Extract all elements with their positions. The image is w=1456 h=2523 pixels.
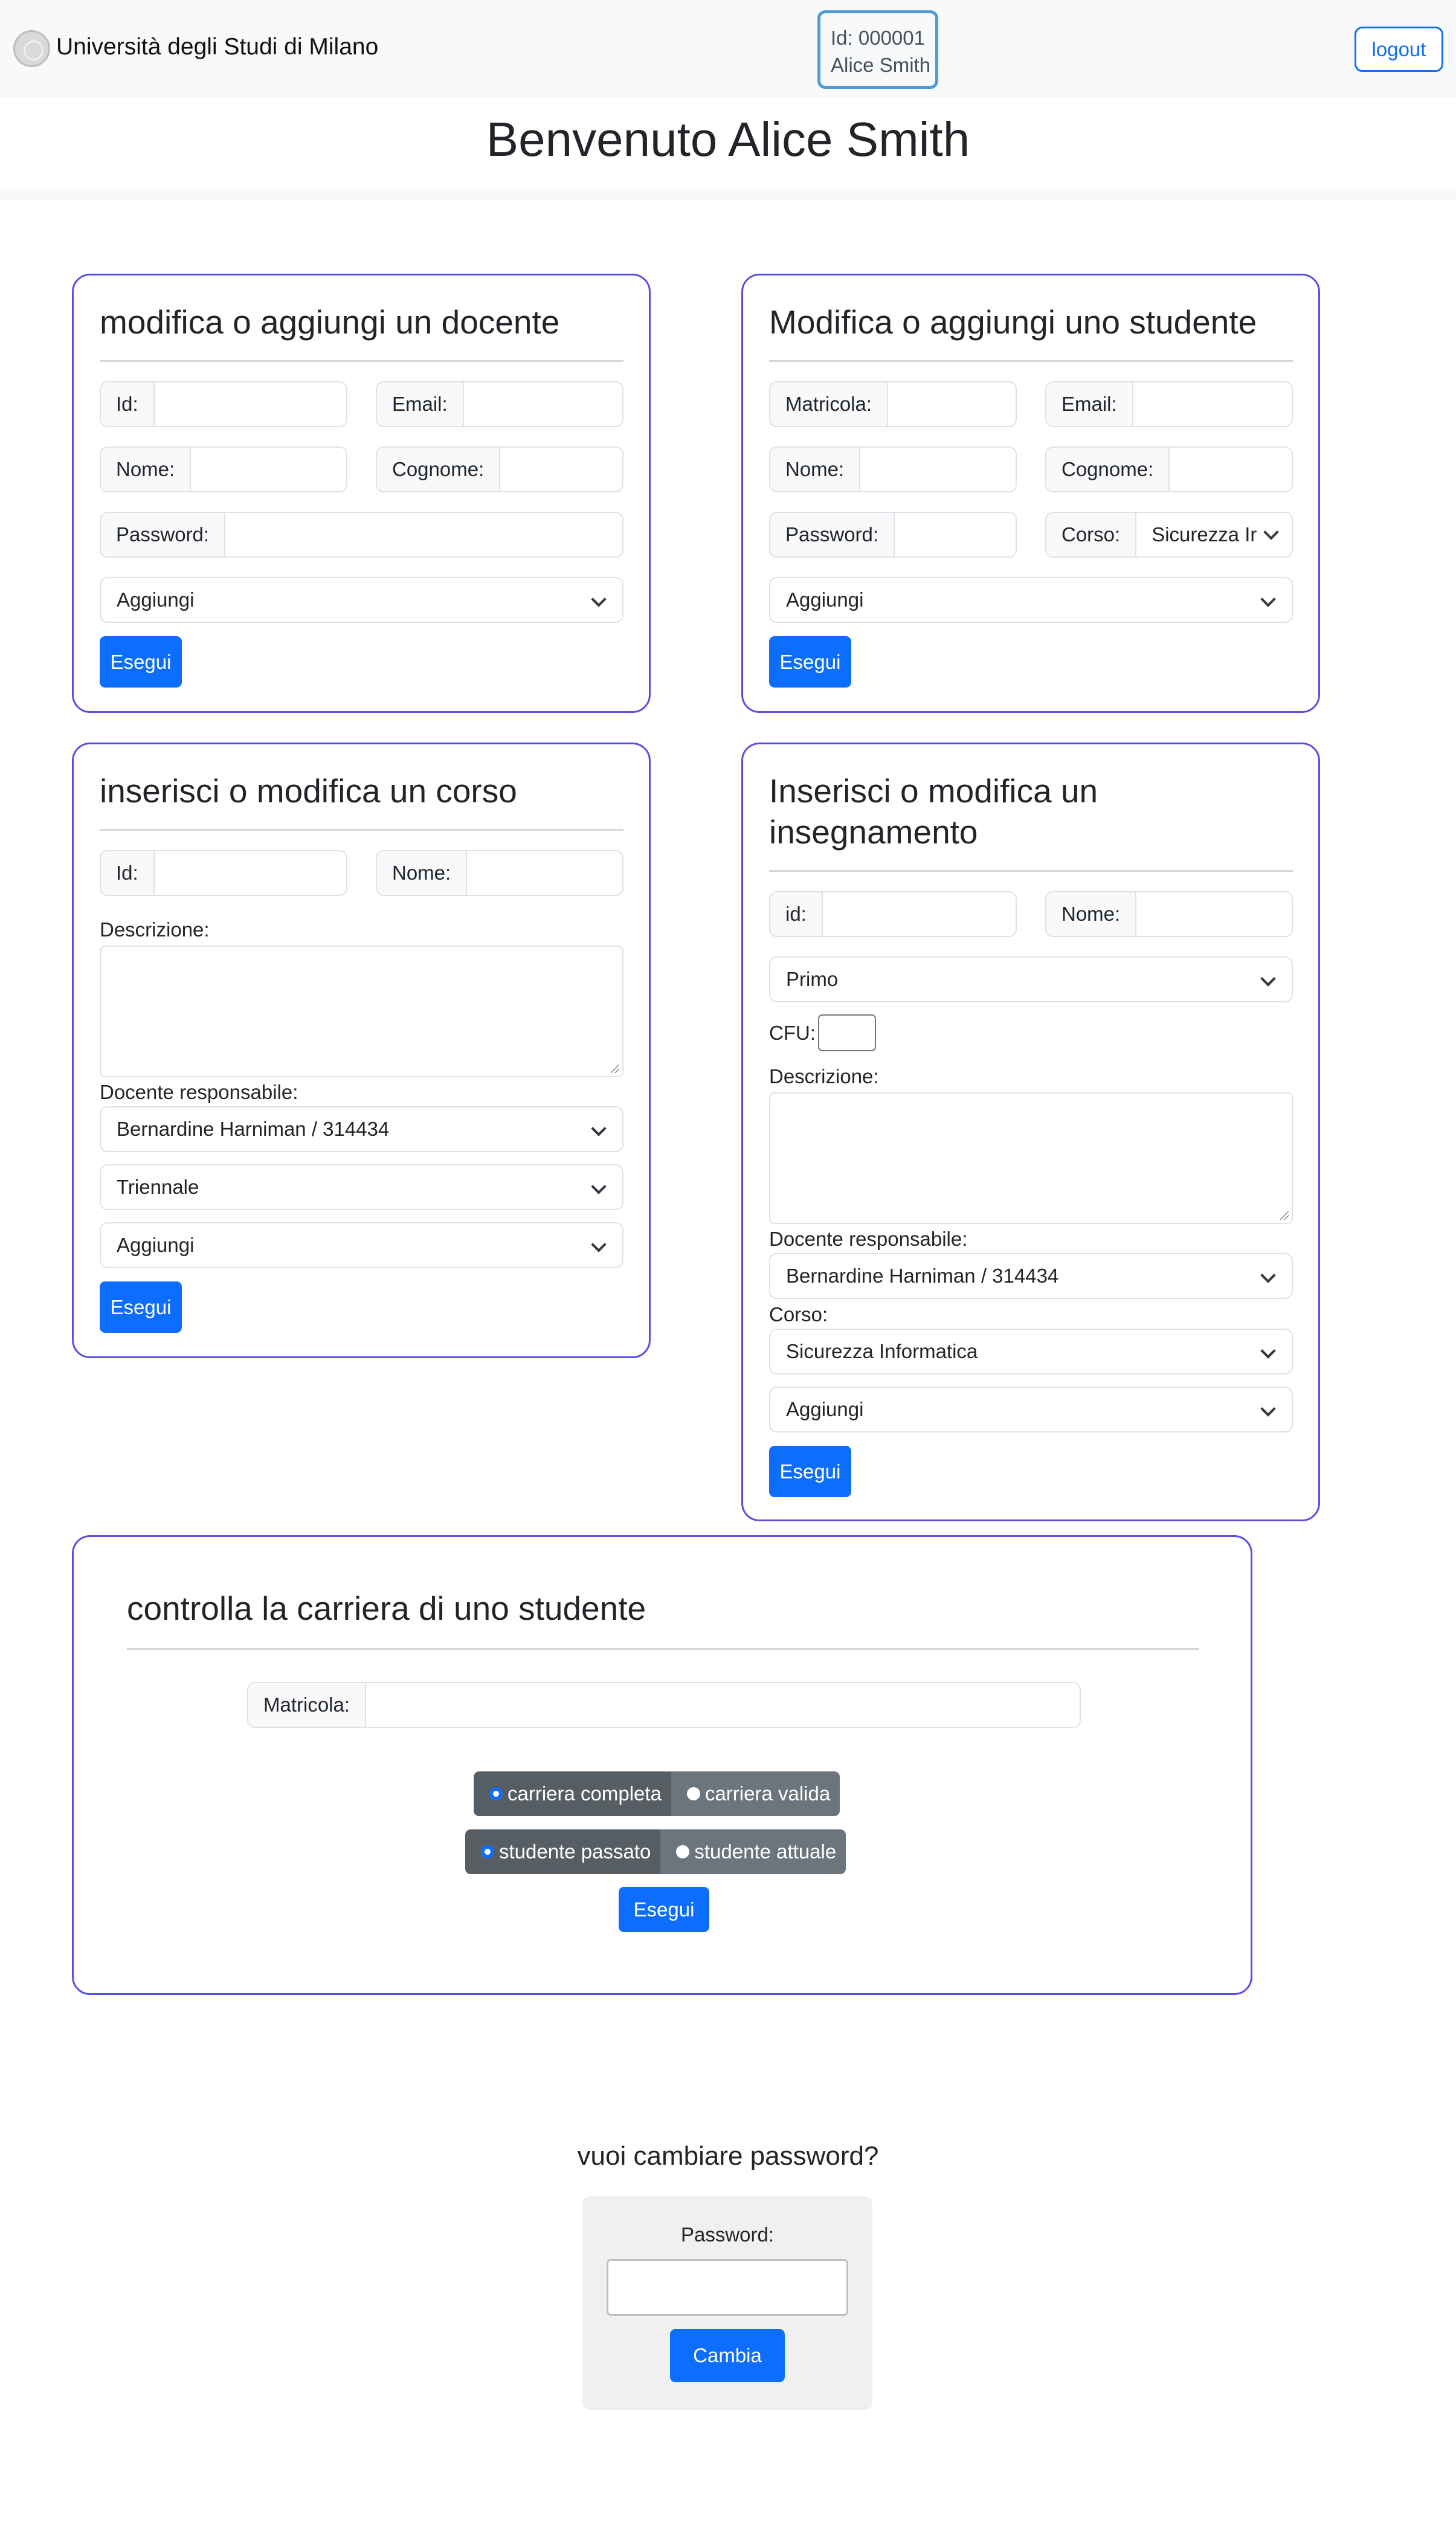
studente-matricola-field[interactable]: Matricola: <box>769 381 1017 427</box>
page-title: Benvenuto Alice Smith <box>486 112 970 166</box>
studente-nome-field[interactable]: Nome: <box>769 446 1017 492</box>
divider <box>100 829 623 831</box>
insegnamento-docente-label: Docente responsabile: <box>769 1228 968 1250</box>
radio-selected-icon <box>489 1787 503 1800</box>
studente-corso-select[interactable]: Corso: Sicurezza Ir <box>1045 512 1293 558</box>
docente-card-title: modifica o aggiungi un docente <box>100 303 560 341</box>
docente-password-field[interactable]: Password: <box>100 512 623 558</box>
docente-submit-button[interactable]: Esegui <box>100 636 182 688</box>
corso-descrizione-textarea[interactable] <box>100 946 623 1077</box>
corso-card: inserisci o modifica un corso Id: Nome: … <box>72 743 651 1358</box>
insegnamento-nome-field[interactable]: Nome: <box>1045 891 1293 937</box>
insegnamento-corso-label: Corso: <box>769 1303 828 1326</box>
insegnamento-cfu-input[interactable] <box>818 1014 876 1051</box>
password-change-box: Password: Cambia <box>582 2196 872 2410</box>
divider <box>769 360 1293 362</box>
corso-submit-button[interactable]: Esegui <box>100 1281 182 1333</box>
divider <box>100 360 623 362</box>
chevron-down-icon <box>591 1179 607 1194</box>
chevron-down-icon <box>1260 1268 1276 1283</box>
docente-cognome-field[interactable]: Cognome: <box>376 446 623 492</box>
password-heading: vuoi cambiare password? <box>577 2141 879 2171</box>
user-id: Id: 000001 <box>831 27 925 49</box>
docente-card: modifica o aggiungi un docente Id: Email… <box>72 274 651 713</box>
radio-studente-passato[interactable]: studente passato <box>465 1829 661 1874</box>
chevron-down-icon <box>591 591 607 607</box>
insegnamento-corso-select[interactable]: Sicurezza Informatica <box>769 1329 1293 1374</box>
corso-action-select[interactable]: Aggiungi <box>100 1222 623 1268</box>
university-logo-icon <box>13 30 50 67</box>
docente-action-select[interactable]: Aggiungi <box>100 577 623 623</box>
carriera-card-title: controlla la carriera di uno studente <box>127 1590 646 1627</box>
carriera-submit-button[interactable]: Esegui <box>619 1887 709 1932</box>
insegnamento-card-title: Inserisci o modifica un insegnamento <box>769 772 1098 851</box>
studente-card-title: Modifica o aggiungi uno studente <box>769 303 1257 341</box>
insegnamento-docente-select[interactable]: Bernardine Harniman / 314434 <box>769 1253 1293 1299</box>
insegnamento-submit-button[interactable]: Esegui <box>769 1446 851 1497</box>
chevron-down-icon <box>1260 1401 1276 1417</box>
divider <box>127 1648 1199 1650</box>
carriera-matricola-field[interactable]: Matricola: <box>247 1682 1081 1728</box>
studente-action-select[interactable]: Aggiungi <box>769 577 1293 623</box>
insegnamento-anno-select[interactable]: Primo <box>769 956 1293 1002</box>
chevron-down-icon <box>1263 524 1279 540</box>
navbar: Università degli Studi di Milano Id: 000… <box>0 0 1456 98</box>
radio-carriera-valida[interactable]: carriera valida <box>671 1771 840 1816</box>
docente-nome-field[interactable]: Nome: <box>100 446 347 492</box>
studente-submit-button[interactable]: Esegui <box>769 636 851 688</box>
insegnamento-descrizione-label: Descrizione: <box>769 1065 879 1088</box>
corso-tipo-select[interactable]: Triennale <box>100 1164 623 1210</box>
studente-password-field[interactable]: Password: <box>769 512 1017 558</box>
chevron-down-icon <box>591 1121 607 1136</box>
chevron-down-icon <box>1260 971 1276 987</box>
carriera-studente-radio-group: studente passato studente attuale <box>465 1829 846 1874</box>
studente-card: Modifica o aggiungi uno studente Matrico… <box>741 274 1320 713</box>
insegnamento-card: Inserisci o modifica un insegnamento id:… <box>741 743 1320 1521</box>
insegnamento-action-select[interactable]: Aggiungi <box>769 1387 1293 1432</box>
radio-selected-icon <box>481 1845 494 1858</box>
new-password-input[interactable] <box>607 2259 848 2316</box>
corso-docente-label: Docente responsabile: <box>100 1081 298 1103</box>
insegnamento-cfu-label: CFU: <box>769 1022 816 1044</box>
corso-descrizione-label: Descrizione: <box>100 918 210 941</box>
user-name: Alice Smith <box>831 54 931 76</box>
password-label: Password: <box>680 2223 775 2246</box>
brand-name[interactable]: Università degli Studi di Milano <box>56 34 378 60</box>
divider <box>769 870 1293 872</box>
user-info-box: Id: 000001 Alice Smith <box>817 10 938 89</box>
corso-card-title: inserisci o modifica un corso <box>100 772 517 810</box>
radio-unselected-icon <box>676 1845 690 1858</box>
docente-id-field[interactable]: Id: <box>100 381 347 427</box>
carriera-card: controlla la carriera di uno studente Ma… <box>72 1535 1252 1995</box>
chevron-down-icon <box>1260 1343 1276 1359</box>
cambia-password-button[interactable]: Cambia <box>670 2329 785 2382</box>
radio-carriera-completa[interactable]: carriera completa <box>474 1771 671 1816</box>
studente-email-field[interactable]: Email: <box>1045 381 1293 427</box>
chevron-down-icon <box>591 1237 607 1252</box>
corso-id-field[interactable]: Id: <box>100 850 347 896</box>
corso-docente-select[interactable]: Bernardine Harniman / 314434 <box>100 1106 623 1152</box>
insegnamento-descrizione-textarea[interactable] <box>769 1092 1293 1224</box>
carriera-tipo-radio-group: carriera completa carriera valida <box>474 1771 840 1816</box>
corso-nome-field[interactable]: Nome: <box>376 850 623 896</box>
radio-unselected-icon <box>686 1787 700 1800</box>
logout-button[interactable]: logout <box>1355 27 1443 72</box>
radio-studente-attuale[interactable]: studente attuale <box>660 1829 846 1874</box>
docente-email-field[interactable]: Email: <box>376 381 623 427</box>
chevron-down-icon <box>1260 591 1276 607</box>
insegnamento-id-field[interactable]: id: <box>769 891 1017 937</box>
studente-cognome-field[interactable]: Cognome: <box>1045 446 1293 492</box>
